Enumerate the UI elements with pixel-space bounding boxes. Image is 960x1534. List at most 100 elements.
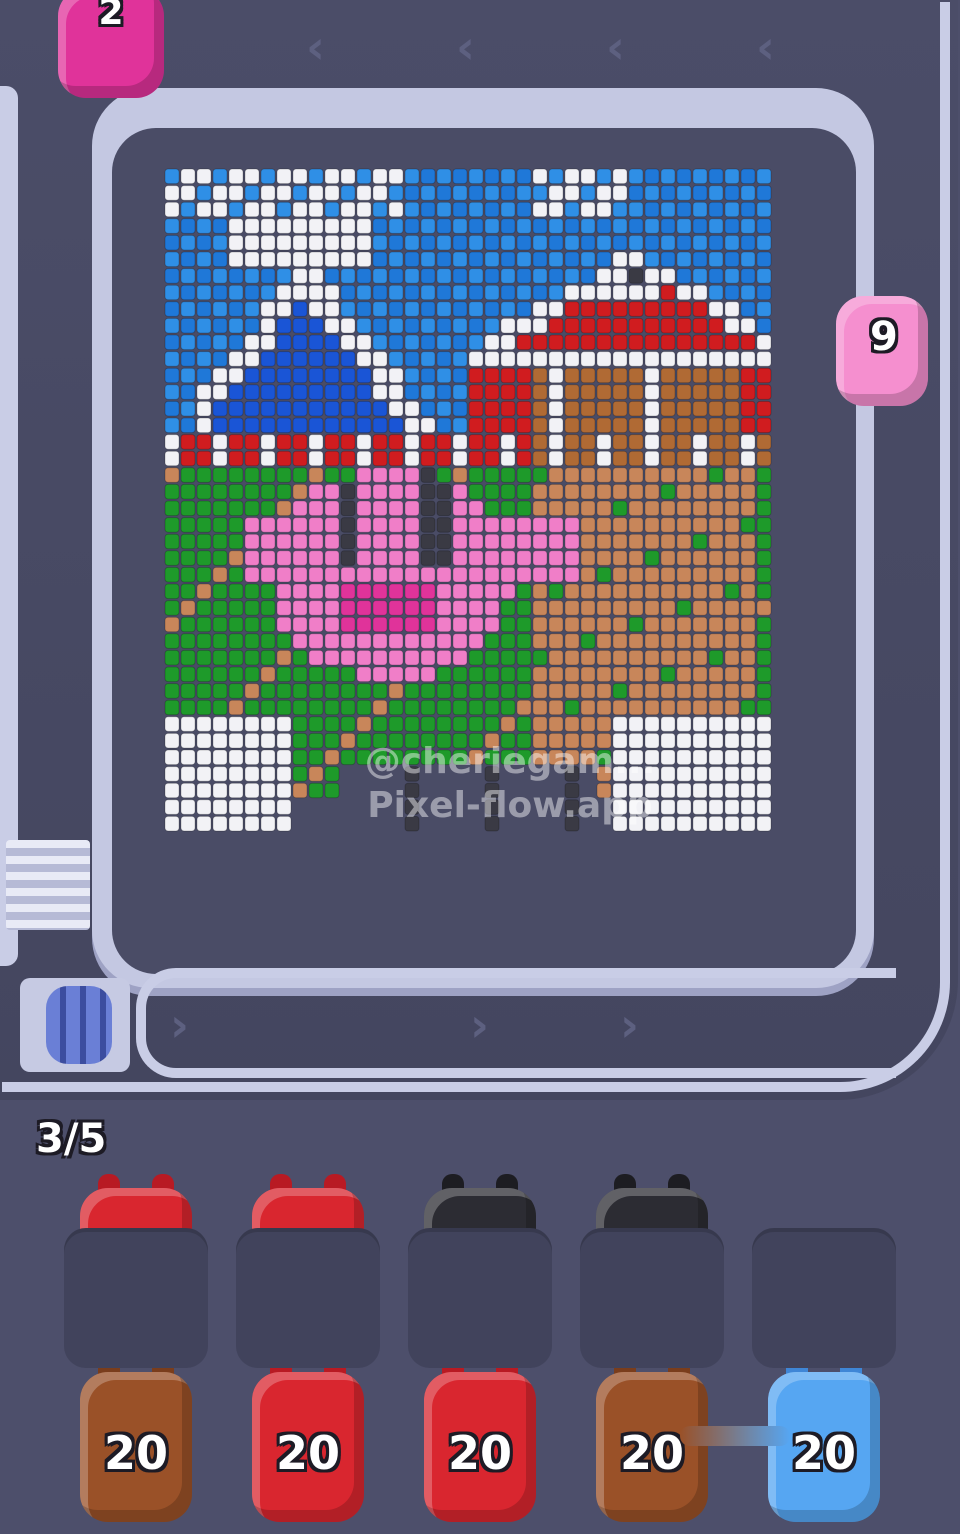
pixel-block: [308, 583, 324, 600]
pixel-block: [580, 185, 596, 201]
pixel-block: [308, 533, 324, 550]
pixel-block: [740, 384, 756, 400]
queue-creature[interactable]: 20: [80, 1358, 192, 1522]
pixel-block: [452, 434, 468, 450]
pixel-block: [628, 284, 644, 301]
pixel-block: [564, 284, 580, 301]
pixel-block: [724, 517, 740, 533]
pixel-block: [628, 234, 644, 251]
queue-creature[interactable]: 20: [596, 1358, 708, 1522]
pixel-block: [484, 251, 500, 268]
pixel-block: [484, 301, 500, 317]
pixel-block: [388, 234, 404, 251]
pixel-block: [164, 732, 180, 749]
pixel-block: [196, 417, 212, 434]
queue-creature[interactable]: 20: [768, 1358, 880, 1522]
pixel-block: [404, 600, 420, 616]
pixel-block: [676, 334, 692, 351]
pixel-block: [420, 616, 436, 633]
slot[interactable]: [408, 1228, 552, 1368]
pixel-block: [164, 649, 180, 666]
pixel-block: [692, 201, 708, 218]
pixel-block: [340, 400, 356, 417]
queue-creature[interactable]: 20: [424, 1358, 536, 1522]
pixel-block: [596, 633, 612, 649]
pixel-block: [740, 500, 756, 517]
pixel-block: [180, 749, 196, 766]
pixel-block: [676, 600, 692, 616]
pixel-block: [292, 649, 308, 666]
pixel-block: [660, 600, 676, 616]
pixel-block: [452, 716, 468, 732]
pixel-block: [708, 683, 724, 699]
queue-creature[interactable]: 20: [252, 1358, 364, 1522]
pixel-block: [596, 268, 612, 284]
pixel-block: [740, 234, 756, 251]
pixel-block: [612, 268, 628, 284]
track-pig-right[interactable]: 9: [836, 296, 928, 406]
pixel-block: [628, 450, 644, 467]
pixel-block: [340, 500, 356, 517]
pixel-block: [420, 633, 436, 649]
slot[interactable]: [64, 1228, 208, 1368]
pixel-block: [740, 185, 756, 201]
pixel-block: [292, 334, 308, 351]
pixel-block: [500, 467, 516, 483]
pixel-block: [212, 683, 228, 699]
slot[interactable]: [580, 1228, 724, 1368]
pixel-block: [580, 284, 596, 301]
pixel-block: [404, 666, 420, 683]
pixel-block: [324, 450, 340, 467]
pixel-block: [292, 284, 308, 301]
pixel-block: [388, 367, 404, 384]
pixel-block: [420, 550, 436, 566]
pixel-block: [564, 500, 580, 517]
pixel-block: [244, 351, 260, 367]
pixel-block: [404, 633, 420, 649]
pixel-block: [196, 815, 212, 832]
pixel-block: [516, 334, 532, 351]
pixel-block: [676, 367, 692, 384]
pixel-block: [740, 301, 756, 317]
pixel-block: [260, 716, 276, 732]
pixel-block: [596, 367, 612, 384]
pixel-block: [436, 517, 452, 533]
pixel-block: [500, 566, 516, 583]
pixel-block: [276, 417, 292, 434]
pixel-block: [180, 699, 196, 716]
pixel-block: [356, 384, 372, 400]
pixel-block: [388, 268, 404, 284]
slot[interactable]: [236, 1228, 380, 1368]
pixel-block: [564, 301, 580, 317]
pixel-block: [692, 467, 708, 483]
pixel-block: [644, 284, 660, 301]
pixel-block: [276, 533, 292, 550]
pixel-block: [580, 334, 596, 351]
pixel-block: [228, 533, 244, 550]
pixel-block: [676, 467, 692, 483]
slot[interactable]: [752, 1228, 896, 1368]
pixel-block: [196, 317, 212, 334]
pixel-block: [244, 649, 260, 666]
pixel-block: [420, 500, 436, 517]
pixel-block: [628, 517, 644, 533]
pixel-block: [260, 550, 276, 566]
pixel-block: [276, 782, 292, 799]
pixel-block: [628, 351, 644, 367]
pixel-block: [276, 384, 292, 400]
pixel-block: [164, 683, 180, 699]
pixel-block: [436, 168, 452, 185]
pixel-block: [660, 699, 676, 716]
pixel-block: [532, 201, 548, 218]
pixel-block: [276, 168, 292, 185]
pixel-block: [164, 251, 180, 268]
pixel-block: [724, 716, 740, 732]
pixel-block: [212, 550, 228, 566]
pixel-block: [420, 168, 436, 185]
pixel-block: [244, 284, 260, 301]
pixel-block: [212, 400, 228, 417]
pixel-block: [580, 666, 596, 683]
pixel-block: [372, 218, 388, 234]
pixel-block: [324, 351, 340, 367]
track-pig-top[interactable]: 2: [58, 0, 164, 98]
